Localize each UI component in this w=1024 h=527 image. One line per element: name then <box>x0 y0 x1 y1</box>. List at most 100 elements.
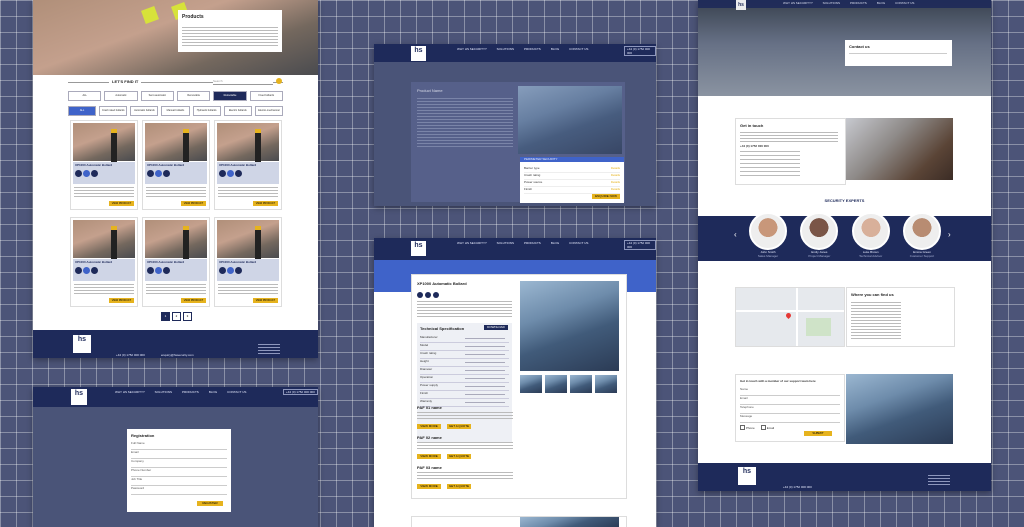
nav-item[interactable]: BLOG <box>551 47 559 51</box>
map-pin-icon[interactable] <box>784 311 793 320</box>
filter-chip[interactable]: ALL <box>68 91 102 101</box>
view-product-button[interactable]: VIEW PRODUCT <box>181 298 206 303</box>
view-product-button[interactable]: VIEW PRODUCT <box>109 201 134 206</box>
related-quote-button[interactable]: GET A QUOTE <box>447 454 471 459</box>
product-card[interactable]: XP1000 Automatic Bollard VIEW PRODUCT <box>70 120 138 210</box>
reg-field[interactable]: Password <box>131 486 227 495</box>
reg-field[interactable]: Phone Number <box>131 468 227 477</box>
view-product-button[interactable]: VIEW PRODUCT <box>253 298 278 303</box>
filter-chip[interactable]: Automatic <box>104 91 138 101</box>
pd-thumb[interactable] <box>595 375 617 393</box>
product-card[interactable]: XP1000 Automatic Bollard VIEW PRODUCT <box>214 120 282 210</box>
reg-field[interactable]: Full Name <box>131 441 227 450</box>
checkbox-option[interactable]: Email <box>760 425 774 430</box>
product-card[interactable]: XP1000 Automatic Bollard VIEW PRODUCT <box>214 217 282 307</box>
form-field[interactable]: Message <box>740 414 840 423</box>
product-desc <box>218 187 278 197</box>
product-card[interactable]: XP1000 Automatic Bollard VIEW PRODUCT <box>142 120 210 210</box>
filter-chip[interactable]: Automatic bollards <box>130 106 159 116</box>
filter-chip[interactable]: Semi-automatic <box>140 91 174 101</box>
badge-icon <box>219 170 226 177</box>
nav-item[interactable]: PRODUCTS <box>524 241 541 245</box>
footer-links <box>258 344 280 354</box>
search-icon[interactable] <box>276 78 282 84</box>
sol-panel-title[interactable]: PERIMETER SECURITY <box>520 157 624 162</box>
product-card[interactable]: XP1000 Automatic Bollard VIEW PRODUCT <box>142 217 210 307</box>
form-submit[interactable]: SUBMIT <box>804 431 832 436</box>
nav-item[interactable]: SOLUTIONS <box>823 1 840 5</box>
related-quote-button[interactable]: GET A QUOTE <box>447 484 471 489</box>
filter-chip[interactable]: Fixed bollards <box>249 91 283 101</box>
filter-chip[interactable]: Manual bollards <box>161 106 190 116</box>
filter-chip[interactable]: Removable <box>176 91 211 101</box>
pd-cta[interactable]: +44 (0) 1752 000 000 <box>624 240 656 250</box>
form-field[interactable]: Name <box>740 387 840 396</box>
sol-panel: PERIMETER SECURITY Barrier type Details Cr… <box>520 157 624 203</box>
form-field[interactable]: Telephone <box>740 405 840 414</box>
product-desc <box>74 187 134 197</box>
reg-header: hs WHY HS SECURITY? SOLUTIONS PRODUCTS BLOG… <box>33 387 318 407</box>
chevron-right-icon[interactable]: › <box>948 230 951 239</box>
sol-panel-btn[interactable]: ENQUIRE NOW <box>592 194 620 199</box>
related-view-button[interactable]: VIEW MORE <box>417 424 441 429</box>
related-view-button[interactable]: VIEW MORE <box>417 484 441 489</box>
search-input[interactable]: Search <box>213 79 273 85</box>
page-button[interactable]: 1 <box>161 312 170 321</box>
spec-download[interactable]: DOWNLOAD <box>484 325 508 330</box>
pd-thumb[interactable] <box>520 375 542 393</box>
reg-field[interactable]: Job Title <box>131 477 227 486</box>
filter-chip[interactable]: Hydraulic bollards <box>192 106 221 116</box>
nav-item[interactable]: BLOG <box>877 1 885 5</box>
page-button[interactable]: 3 <box>183 312 192 321</box>
reg-field[interactable]: Company <box>131 459 227 468</box>
expert-card[interactable]: John Smith Sales Manager <box>748 212 788 258</box>
filter-chip[interactable]: Electro-mechanical <box>254 106 283 116</box>
nav-item[interactable]: PRODUCTS <box>850 1 867 5</box>
nav-item[interactable]: CONTACT US <box>569 241 588 245</box>
related-quote-button[interactable]: GET A QUOTE <box>447 424 471 429</box>
form-field[interactable]: Email <box>740 396 840 405</box>
view-product-button[interactable]: VIEW PRODUCT <box>181 201 206 206</box>
filter-chip[interactable]: Crash rated bollards <box>99 106 128 116</box>
nav-item[interactable]: SOLUTIONS <box>497 47 514 51</box>
nav-item[interactable]: CONTACT US <box>895 1 914 5</box>
pd-thumb[interactable] <box>545 375 567 393</box>
nav-item[interactable]: SOLUTIONS <box>155 390 172 394</box>
nav-item[interactable]: WHY HS SECURITY? <box>783 1 813 5</box>
nav-item[interactable]: CONTACT US <box>227 390 246 394</box>
nav-item[interactable]: WHY HS SECURITY? <box>457 241 487 245</box>
reg-field[interactable]: Email <box>131 450 227 459</box>
reg-submit[interactable]: REGISTER <box>197 501 223 506</box>
nav-item[interactable]: SOLUTIONS <box>497 241 514 245</box>
view-product-button[interactable]: VIEW PRODUCT <box>109 298 134 303</box>
expert-card[interactable]: Luke Brown Technical Advisor <box>851 212 891 258</box>
expert-card[interactable]: Emily Jones Project Manager <box>799 212 839 258</box>
nav-item[interactable]: BLOG <box>551 241 559 245</box>
nav-item[interactable]: CONTACT US <box>569 47 588 51</box>
checkbox[interactable] <box>740 425 745 430</box>
related-title: PAF 01 name <box>417 405 442 410</box>
expert-card[interactable]: Emma Green Customer Support <box>902 212 942 258</box>
page-button[interactable]: 2 <box>172 312 181 321</box>
related-view-button[interactable]: VIEW MORE <box>417 454 441 459</box>
filter-chip[interactable]: ALL <box>68 106 97 116</box>
sol-cta[interactable]: +44 (0) 1752 000 000 <box>624 46 656 56</box>
checkbox[interactable] <box>760 425 766 430</box>
reg-cta[interactable]: +44 (0) 1752 000 000 <box>283 389 318 395</box>
nav-item[interactable]: PRODUCTS <box>182 390 199 394</box>
footer-email[interactable]: enquiry@hssecurity.com <box>161 353 194 357</box>
badge-icon <box>147 170 154 177</box>
view-product-button[interactable]: VIEW PRODUCT <box>253 201 278 206</box>
checkbox-option[interactable]: Phone <box>740 425 755 430</box>
footer-phone: +44 (0) 1752 000 000 <box>116 353 145 357</box>
nav-item[interactable]: PRODUCTS <box>524 47 541 51</box>
nav-item[interactable]: BLOG <box>209 390 217 394</box>
nav-item[interactable]: WHY HS SECURITY? <box>115 390 145 394</box>
product-card[interactable]: XP1000 Automatic Bollard VIEW PRODUCT <box>70 217 138 307</box>
panel-row-value: Details <box>610 173 620 177</box>
chevron-left-icon[interactable]: ‹ <box>734 230 737 239</box>
pd-thumb[interactable] <box>570 375 592 393</box>
filter-chip[interactable]: Retractable <box>213 91 247 101</box>
nav-item[interactable]: WHY HS SECURITY? <box>457 47 487 51</box>
filter-chip[interactable]: Electric bollards <box>223 106 252 116</box>
